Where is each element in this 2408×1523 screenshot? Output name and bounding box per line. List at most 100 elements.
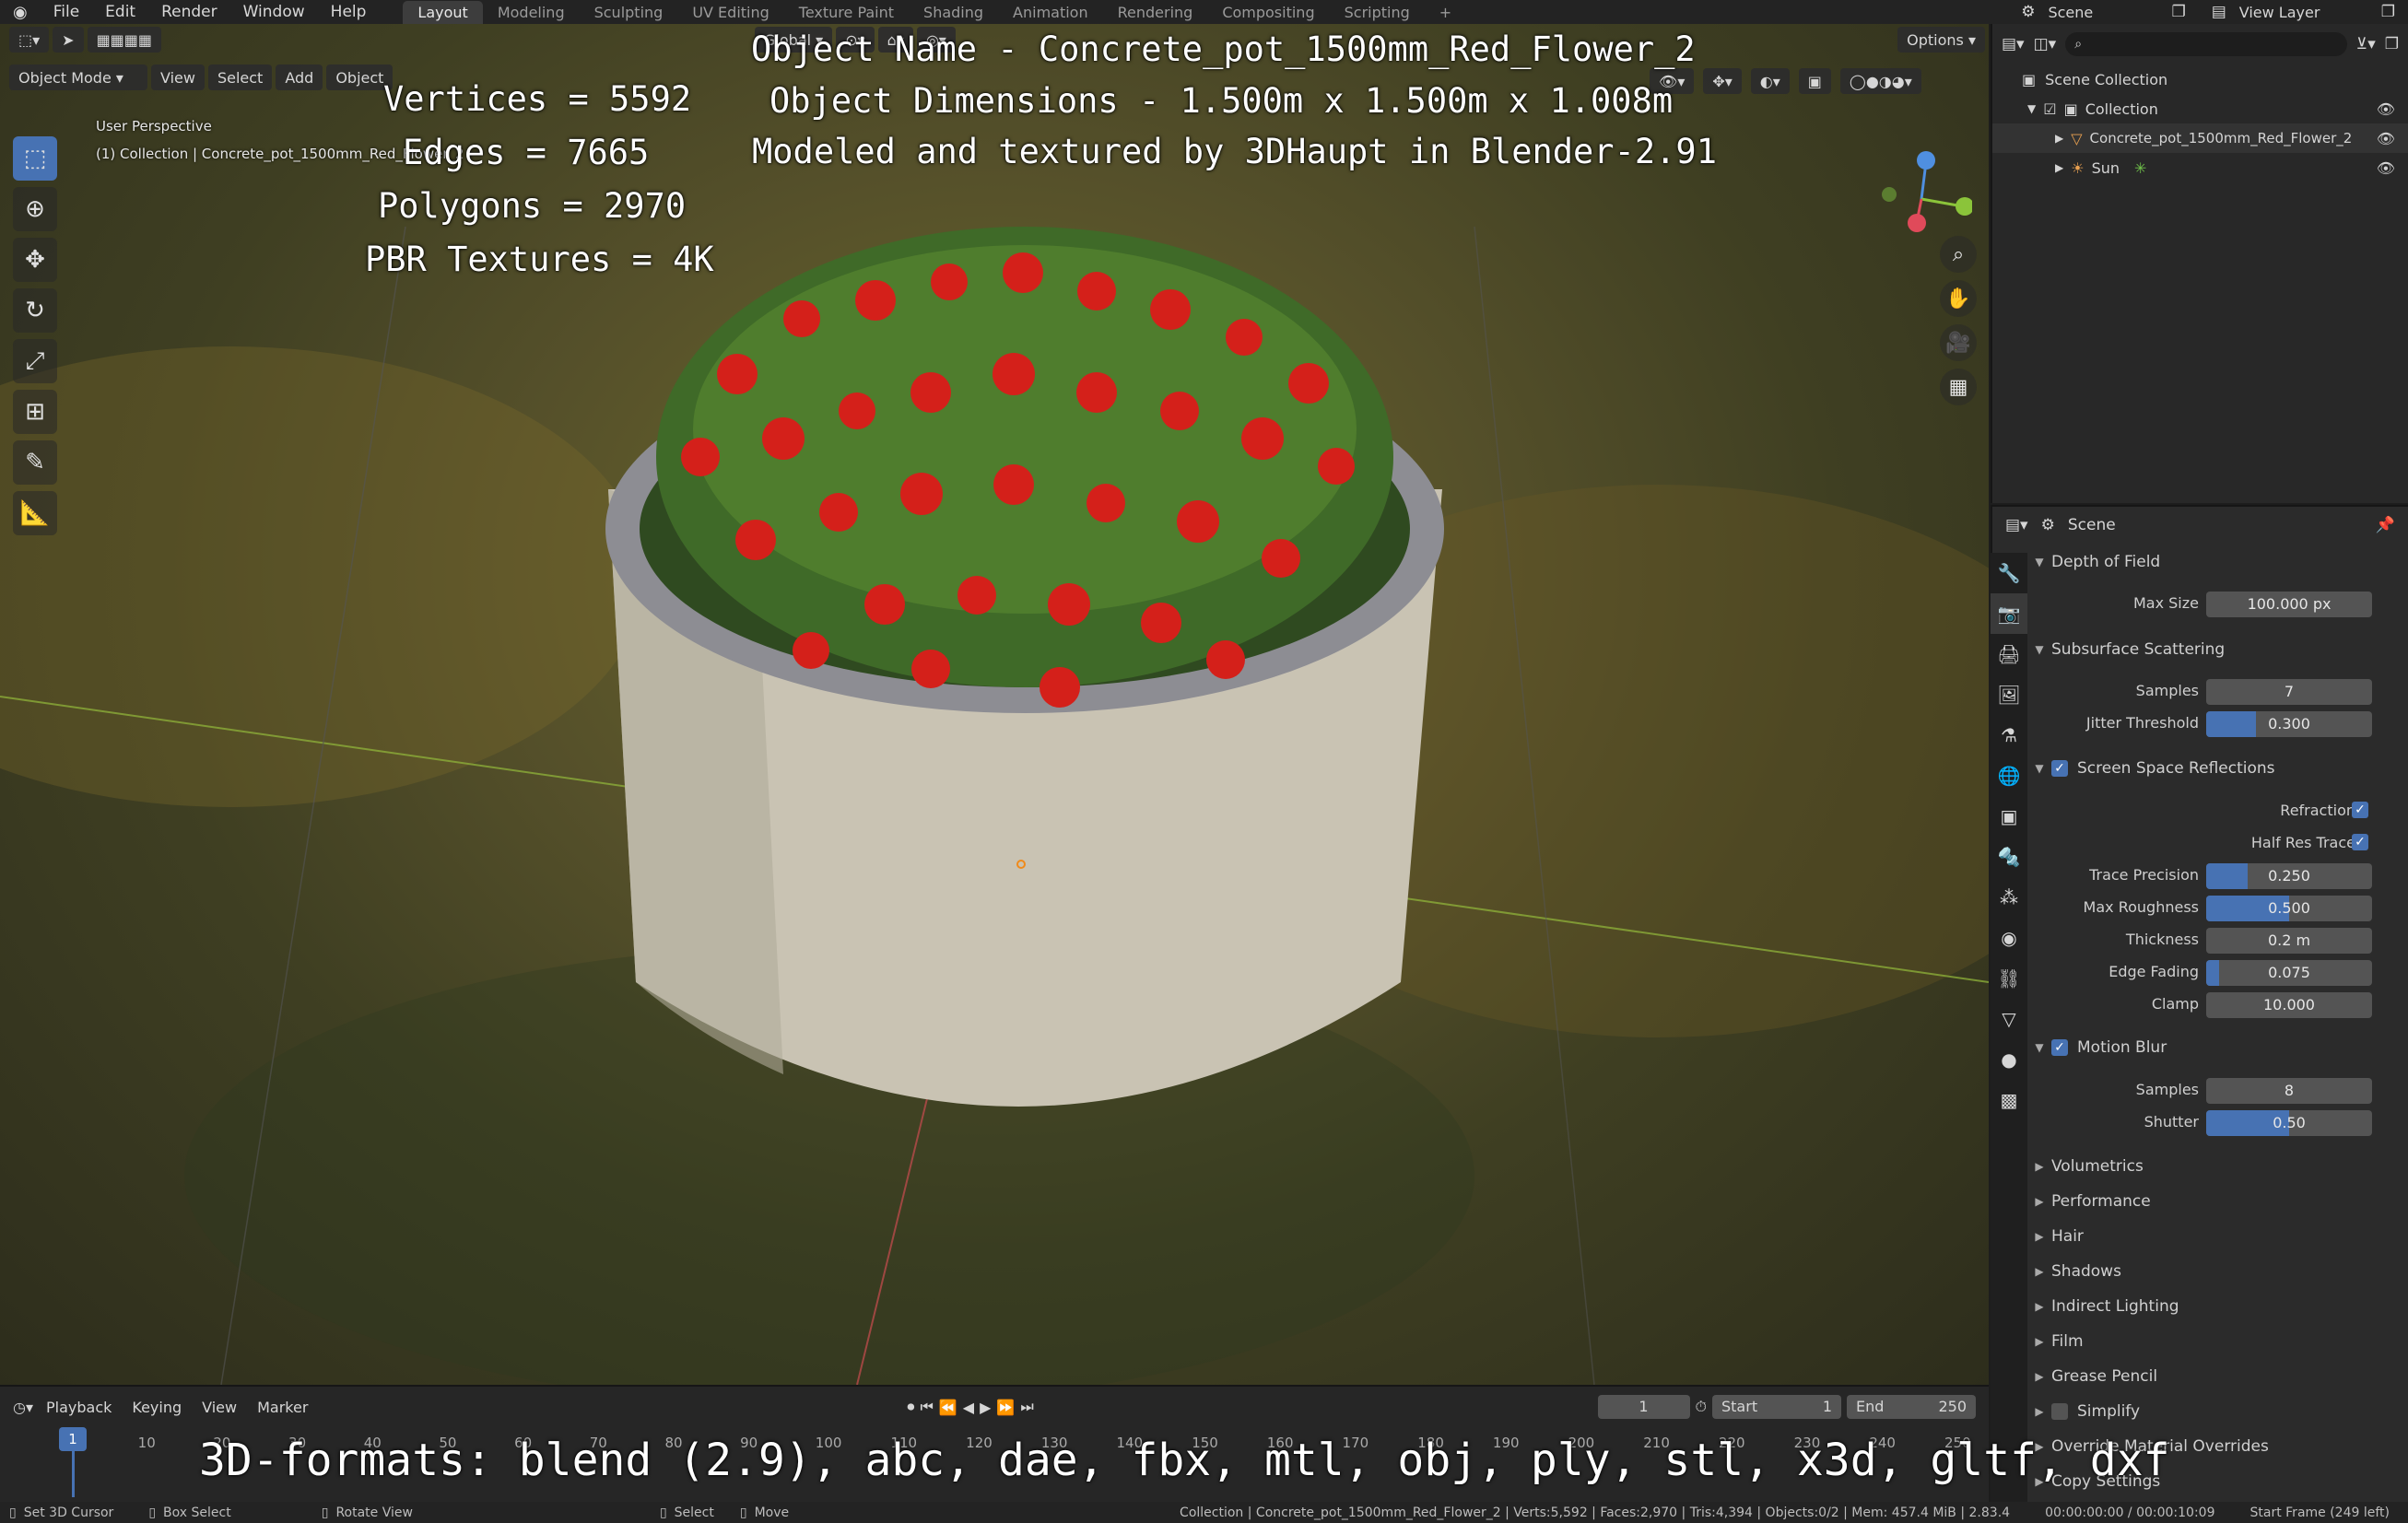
jump-start-icon[interactable]: ⏮ — [920, 1398, 933, 1416]
menu-render[interactable]: Render — [148, 3, 230, 21]
menu-view-timeline[interactable]: View — [194, 1399, 244, 1416]
pan-hand-icon[interactable]: ✋ — [1940, 280, 1977, 317]
section-volumetrics[interactable]: ▶ Volumetrics — [2027, 1151, 2408, 1182]
add-workspace-icon[interactable]: + — [1425, 1, 1466, 24]
tool-tab-icon[interactable]: 🔧 — [1991, 553, 2027, 593]
section-simplify[interactable]: ▶ Simplify — [2027, 1396, 2408, 1427]
display-mode-icon[interactable]: ◫▾ — [2034, 35, 2057, 53]
menu-help[interactable]: Help — [318, 3, 380, 21]
refraction-checkbox[interactable]: ✓ — [2352, 802, 2368, 818]
editor-type-icon[interactable]: ⬚▾ — [9, 27, 50, 53]
section-screen-space-reflections[interactable]: ▼ ✓ Screen Space Reflections — [2027, 753, 2408, 784]
expand-arrow-icon[interactable]: ▶ — [2055, 161, 2063, 174]
camera-icon[interactable]: 🎥 — [1940, 324, 1977, 361]
cursor-icon[interactable]: ⊕ — [13, 187, 57, 231]
ssr-checkbox[interactable]: ✓ — [2051, 760, 2068, 777]
section-motion-blur[interactable]: ▼ ✓ Motion Blur — [2027, 1032, 2408, 1063]
end-frame-field[interactable]: End 250 — [1847, 1395, 1976, 1419]
tab-uv-editing[interactable]: UV Editing — [677, 1, 783, 24]
menu-marker[interactable]: Marker — [250, 1399, 315, 1416]
outliner-editor-icon[interactable]: ▤▾ — [2002, 35, 2025, 53]
motion-blur-checkbox[interactable]: ✓ — [2051, 1039, 2068, 1056]
rotate-icon[interactable]: ↻ — [13, 288, 57, 333]
max-size-field[interactable]: 100.000 px — [2206, 592, 2372, 617]
physics-tab-icon[interactable]: ◉ — [1991, 918, 2027, 958]
render-tab-icon[interactable]: 📷 — [1991, 593, 2027, 634]
grid-view-icon[interactable]: ▦ — [1940, 369, 1977, 405]
mb-samples-field[interactable]: 8 — [2206, 1078, 2372, 1104]
tab-modeling[interactable]: Modeling — [483, 1, 580, 24]
start-frame-field[interactable]: Start 1 — [1712, 1395, 1841, 1419]
annotate-icon[interactable]: ✎ — [13, 440, 57, 485]
tab-scripting[interactable]: Scripting — [1330, 1, 1425, 24]
tab-rendering[interactable]: Rendering — [1103, 1, 1208, 24]
texture-tab-icon[interactable]: ▩ — [1991, 1080, 2027, 1120]
prev-keyframe-icon[interactable]: ⏪ — [939, 1399, 957, 1416]
world-tab-icon[interactable]: 🌐 — [1991, 756, 2027, 796]
tab-texture-paint[interactable]: Texture Paint — [784, 1, 909, 24]
section-hair[interactable]: ▶ Hair — [2027, 1221, 2408, 1252]
material-tab-icon[interactable]: ● — [1991, 1039, 2027, 1080]
checkbox-icon[interactable]: ☑ — [2043, 100, 2056, 118]
trace-precision-slider[interactable]: 0.250 — [2206, 863, 2372, 889]
section-shadows[interactable]: ▶ Shadows — [2027, 1256, 2408, 1287]
current-frame-field[interactable]: 1 — [1597, 1395, 1690, 1419]
menu-playback[interactable]: Playback — [39, 1399, 119, 1416]
play-reverse-icon[interactable]: ◀ — [963, 1399, 974, 1416]
tab-sculpting[interactable]: Sculpting — [580, 1, 678, 24]
new-scene-icon[interactable]: ❐ — [2158, 3, 2198, 21]
menu-keying[interactable]: Keying — [124, 1399, 189, 1416]
sss-samples-field[interactable]: 7 — [2206, 679, 2372, 705]
max-roughness-slider[interactable]: 0.500 — [2206, 896, 2372, 921]
navigation-gizmo[interactable] — [1871, 125, 1972, 245]
section-subsurface-scattering[interactable]: ▼ Subsurface Scattering — [2027, 634, 2408, 665]
menu-edit[interactable]: Edit — [92, 3, 148, 21]
record-icon[interactable]: ⏺ — [907, 1398, 914, 1416]
xray-icon[interactable]: ▣ — [1798, 68, 1831, 94]
modifier-tab-icon[interactable]: 🔩 — [1991, 837, 2027, 877]
measure-icon[interactable]: 📐 — [13, 491, 57, 535]
3d-viewport[interactable]: ⬚▾ ➤ ▦▦▦▦ Global ▾ ⊙▾ ⌂▾ ◎▾ Options ▾ Ob… — [0, 24, 1989, 1385]
transform-icon[interactable]: ⊞ — [13, 390, 57, 434]
scene-tab-icon[interactable]: ⚗ — [1991, 715, 2027, 756]
eye-icon[interactable]: 👁 — [2377, 100, 2395, 118]
simplify-checkbox[interactable] — [2051, 1403, 2068, 1420]
scene-selector[interactable]: Scene — [2048, 4, 2158, 21]
blender-logo-icon[interactable]: ◉ — [0, 3, 41, 22]
jitter-threshold-slider[interactable]: 0.300 — [2206, 711, 2372, 737]
scene-icon[interactable]: ⚙ — [2008, 3, 2048, 21]
selection-mode-icons[interactable]: ▦▦▦▦ — [87, 27, 162, 53]
section-indirect-lighting[interactable]: ▶ Indirect Lighting — [2027, 1291, 2408, 1322]
play-icon[interactable]: ▶ — [980, 1399, 991, 1416]
gizmo-icon[interactable]: ✥▾ — [1703, 68, 1742, 94]
output-tab-icon[interactable]: 🖨 — [1991, 634, 2027, 674]
section-film[interactable]: ▶ Film — [2027, 1326, 2408, 1357]
shutter-slider[interactable]: 0.50 — [2206, 1110, 2372, 1136]
outliner-item-sun[interactable]: ▶ ☀ Sun ✳ 👁 — [1992, 153, 2408, 182]
section-grease-pencil[interactable]: ▶ Grease Pencil — [2027, 1361, 2408, 1392]
menu-window[interactable]: Window — [230, 3, 318, 21]
new-collection-icon[interactable]: ❐ — [2385, 35, 2399, 53]
section-performance[interactable]: ▶ Performance — [2027, 1186, 2408, 1217]
select-tool-icon[interactable]: ➤ — [53, 27, 84, 53]
playhead[interactable]: 1 — [59, 1427, 87, 1451]
shading-modes-icon[interactable]: ◯●◑◕▾ — [1839, 68, 1921, 94]
pin-icon[interactable]: 📌 — [2376, 516, 2395, 534]
mode-selector[interactable]: Object Mode ▾ — [9, 64, 147, 90]
next-keyframe-icon[interactable]: ⏩ — [996, 1399, 1015, 1416]
thickness-field[interactable]: 0.2 m — [2206, 928, 2372, 954]
options-dropdown[interactable]: Options ▾ — [1897, 27, 1985, 53]
overlays-icon[interactable]: ◐▾ — [1750, 68, 1790, 94]
scale-icon[interactable]: ⤢ — [13, 339, 57, 383]
constraints-tab-icon[interactable]: ⛓ — [1991, 958, 2027, 999]
clamp-field[interactable]: 10.000 — [2206, 992, 2372, 1018]
expand-arrow-icon[interactable]: ▶ — [2055, 132, 2063, 145]
tab-compositing[interactable]: Compositing — [1207, 1, 1329, 24]
outliner-item-pot[interactable]: ▶ ▽ Concrete_pot_1500mm_Red_Flower_2 👁 — [1992, 123, 2408, 153]
view-layer-selector[interactable]: View Layer — [2239, 4, 2368, 21]
half-res-trace-checkbox[interactable]: ✓ — [2352, 834, 2368, 850]
edge-fading-slider[interactable]: 0.075 — [2206, 960, 2372, 986]
outliner-search-input[interactable]: ⌕ — [2065, 32, 2347, 56]
eye-icon[interactable]: 👁 — [2377, 159, 2395, 177]
eye-icon[interactable]: 👁 — [2377, 130, 2395, 147]
